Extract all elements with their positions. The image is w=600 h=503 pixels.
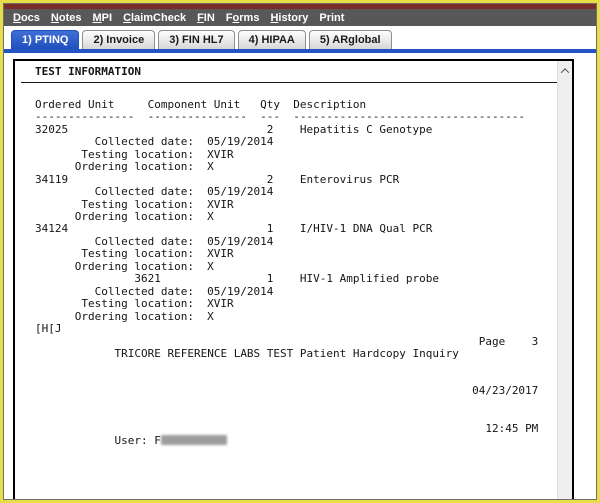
- window-frame: Docs Notes MPI ClaimCheck FIN Forms Hist…: [0, 0, 600, 503]
- tab-arglobal[interactable]: 5) ARglobal: [309, 30, 392, 49]
- test-detail: Testing location: XVIR: [35, 298, 572, 310]
- menu-item-claimcheck[interactable]: ClaimCheck: [123, 12, 186, 24]
- application-window: Docs Notes MPI ClaimCheck FIN Forms Hist…: [3, 3, 597, 500]
- test-detail: Ordering location: X: [35, 311, 572, 323]
- page-number: Page 3: [479, 336, 539, 348]
- tab-fin-hl7[interactable]: 3) FIN HL7: [158, 30, 234, 49]
- menu-item-fin[interactable]: FIN: [197, 12, 215, 24]
- chevron-up-icon: [561, 68, 569, 76]
- redacted-username: [161, 435, 227, 445]
- menu-item-forms[interactable]: Forms: [226, 12, 260, 24]
- test-detail: Collected date: 05/19/2014: [35, 186, 572, 198]
- test-row: 3621 1 HIV-1 Amplified probe: [35, 273, 572, 285]
- horizontal-rule: [21, 82, 557, 83]
- section-title: TEST INFORMATION: [35, 66, 572, 78]
- menu-item-docs[interactable]: Docs: [13, 12, 40, 24]
- report-panel: TEST INFORMATION Ordered Unit Component …: [13, 59, 574, 500]
- tab-strip: 1) PTINQ 2) Invoice 3) FIN HL7 4) HIPAA …: [4, 26, 596, 49]
- blank-line: [35, 485, 572, 497]
- menu-item-notes[interactable]: Notes: [51, 12, 82, 24]
- menu-item-print[interactable]: Print: [319, 12, 344, 24]
- report-footer-title-line: TRICORE REFERENCE LABS TEST Patient Hard…: [35, 336, 538, 386]
- escape-sequence-text: [H[J: [35, 323, 572, 335]
- report-footer-date-line: 04/23/2017: [35, 385, 538, 422]
- scroll-up-button[interactable]: [558, 63, 572, 79]
- report-date: 04/23/2017: [472, 385, 538, 397]
- vertical-scrollbar[interactable]: [557, 61, 572, 500]
- hardcopy-report: TEST INFORMATION Ordered Unit Component …: [15, 61, 572, 500]
- menu-item-history[interactable]: History: [270, 12, 308, 24]
- report-title: TRICORE REFERENCE LABS TEST Patient Hard…: [114, 347, 458, 360]
- tab-hipaa[interactable]: 4) HIPAA: [238, 30, 306, 49]
- tab-invoice[interactable]: 2) Invoice: [82, 30, 155, 49]
- user-label: User: F: [114, 434, 160, 447]
- report-footer-user-line: User: F 12:45 PM: [35, 423, 538, 473]
- blank-line: [35, 497, 572, 500]
- blank-line: [35, 472, 572, 484]
- test-detail: Testing location: XVIR: [35, 248, 572, 260]
- menu-item-mpi[interactable]: MPI: [93, 12, 113, 24]
- test-detail: Ordering location: X: [35, 161, 572, 173]
- report-time: 12:45 PM: [485, 423, 538, 435]
- menu-bar: Docs Notes MPI ClaimCheck FIN Forms Hist…: [4, 9, 596, 26]
- test-row: 34124 1 I/HIV-1 DNA Qual PCR: [35, 223, 572, 235]
- content-area: TEST INFORMATION Ordered Unit Component …: [4, 53, 596, 500]
- tab-ptinq[interactable]: 1) PTINQ: [11, 30, 79, 49]
- column-header-underline: --------------- --------------- --- ----…: [35, 111, 572, 123]
- test-detail: Collected date: 05/19/2014: [35, 136, 572, 148]
